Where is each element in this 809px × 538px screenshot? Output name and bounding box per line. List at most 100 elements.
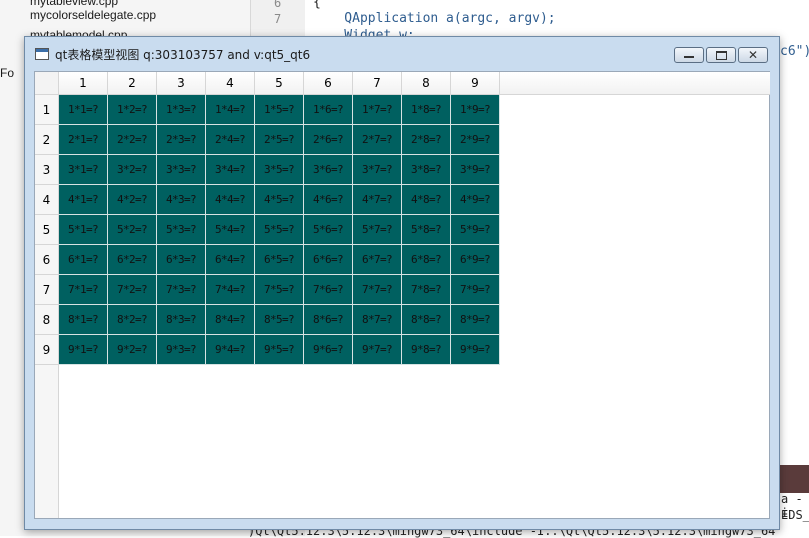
row-header-cell[interactable]: 7 [35,275,59,305]
table-cell[interactable]: 7*8=? [402,275,451,305]
table-cell[interactable]: 5*6=? [304,215,353,245]
title-bar[interactable]: qt表格模型视图 q:303103757 and v:qt5_qt6 ✕ [25,37,779,71]
column-header-cell[interactable]: 7 [353,72,402,95]
table-cell[interactable]: 4*6=? [304,185,353,215]
column-header-cell[interactable]: 8 [402,72,451,95]
table-cell[interactable]: 6*4=? [206,245,255,275]
project-folder-label[interactable]: Fo [0,66,14,80]
table-cell[interactable]: 9*8=? [402,335,451,365]
row-header-cell[interactable]: 4 [35,185,59,215]
table-cell[interactable]: 6*3=? [157,245,206,275]
table-cell[interactable]: 2*5=? [255,125,304,155]
table-cell[interactable]: 5*5=? [255,215,304,245]
table-cell[interactable]: 6*8=? [402,245,451,275]
table-cell[interactable]: 3*8=? [402,155,451,185]
table-cell[interactable]: 5*3=? [157,215,206,245]
table-cell[interactable]: 8*3=? [157,305,206,335]
table-cell[interactable]: 1*4=? [206,95,255,125]
table-cell[interactable]: 8*6=? [304,305,353,335]
table-cell[interactable]: 3*2=? [108,155,157,185]
table-cell[interactable]: 9*1=? [59,335,108,365]
table-cell[interactable]: 3*4=? [206,155,255,185]
table-cell[interactable]: 9*2=? [108,335,157,365]
table-cell[interactable]: 6*6=? [304,245,353,275]
table-cell[interactable]: 9*9=? [451,335,500,365]
table-cell[interactable]: 8*7=? [353,305,402,335]
table-corner-button[interactable] [35,72,59,95]
table-cell[interactable]: 9*4=? [206,335,255,365]
minimize-button[interactable] [674,47,704,63]
table-cell[interactable]: 4*5=? [255,185,304,215]
table-cell[interactable]: 9*6=? [304,335,353,365]
table-cell[interactable]: 8*8=? [402,305,451,335]
table-cell[interactable]: 2*4=? [206,125,255,155]
table-cell[interactable]: 8*5=? [255,305,304,335]
project-file-item[interactable]: mytableview.cpp [30,0,118,8]
table-cell[interactable]: 4*2=? [108,185,157,215]
table-cell[interactable]: 3*7=? [353,155,402,185]
maximize-button[interactable] [706,47,736,63]
row-header-cell[interactable]: 6 [35,245,59,275]
table-cell[interactable]: 5*2=? [108,215,157,245]
table-cell[interactable]: 1*5=? [255,95,304,125]
table-cell[interactable]: 2*3=? [157,125,206,155]
table-cell[interactable]: 3*6=? [304,155,353,185]
row-header-cell[interactable]: 9 [35,335,59,365]
column-header-cell[interactable]: 4 [206,72,255,95]
table-cell[interactable]: 2*6=? [304,125,353,155]
table-cell[interactable]: 1*8=? [402,95,451,125]
table-cell[interactable]: 8*4=? [206,305,255,335]
table-cell[interactable]: 1*6=? [304,95,353,125]
table-cell[interactable]: 6*7=? [353,245,402,275]
column-header-cell[interactable]: 6 [304,72,353,95]
table-cell[interactable]: 9*5=? [255,335,304,365]
column-header-cell[interactable]: 3 [157,72,206,95]
column-header-cell[interactable]: 2 [108,72,157,95]
table-cell[interactable]: 7*2=? [108,275,157,305]
project-file-item[interactable]: mycolorseldelegate.cpp [30,8,156,22]
table-cell[interactable]: 6*5=? [255,245,304,275]
table-cell[interactable]: 4*8=? [402,185,451,215]
table-cell[interactable]: 5*1=? [59,215,108,245]
table-cell[interactable]: 1*2=? [108,95,157,125]
table-cell[interactable]: 2*2=? [108,125,157,155]
table-cell[interactable]: 8*2=? [108,305,157,335]
column-header-cell[interactable]: 1 [59,72,108,95]
column-header-cell[interactable]: 5 [255,72,304,95]
table-cell[interactable]: 3*9=? [451,155,500,185]
table-cell[interactable]: 1*9=? [451,95,500,125]
table-cell[interactable]: 7*9=? [451,275,500,305]
table-cell[interactable]: 3*5=? [255,155,304,185]
table-cell[interactable]: 2*7=? [353,125,402,155]
row-header-cell[interactable]: 5 [35,215,59,245]
table-cell[interactable]: 1*7=? [353,95,402,125]
table-cell[interactable]: 2*9=? [451,125,500,155]
table-cell[interactable]: 4*9=? [451,185,500,215]
table-cell[interactable]: 5*4=? [206,215,255,245]
row-header-cell[interactable]: 2 [35,125,59,155]
table-cell[interactable]: 8*1=? [59,305,108,335]
column-header-cell[interactable]: 9 [451,72,500,95]
table-cell[interactable]: 4*1=? [59,185,108,215]
table-cell[interactable]: 7*7=? [353,275,402,305]
row-header-cell[interactable]: 8 [35,305,59,335]
table-view[interactable]: 123456789 123456789 1*1=? 1*2=? 1*3=? 1*4=?… [34,71,770,519]
table-cell[interactable]: 8*9=? [451,305,500,335]
table-cell[interactable]: 4*7=? [353,185,402,215]
table-cell[interactable]: 5*9=? [451,215,500,245]
table-cell[interactable]: 3*3=? [157,155,206,185]
table-cell[interactable]: 5*8=? [402,215,451,245]
close-button[interactable]: ✕ [738,47,768,63]
table-cell[interactable]: 6*1=? [59,245,108,275]
table-cell[interactable]: 4*4=? [206,185,255,215]
table-cell[interactable]: 6*9=? [451,245,500,275]
table-cell[interactable]: 2*8=? [402,125,451,155]
table-cell[interactable]: 7*4=? [206,275,255,305]
table-cell[interactable]: 7*5=? [255,275,304,305]
table-cell[interactable]: 5*7=? [353,215,402,245]
table-cell[interactable]: 9*3=? [157,335,206,365]
window-app-icon[interactable] [35,48,49,60]
table-cell[interactable]: 7*1=? [59,275,108,305]
table-cell[interactable]: 1*1=? [59,95,108,125]
table-cell[interactable]: 7*6=? [304,275,353,305]
